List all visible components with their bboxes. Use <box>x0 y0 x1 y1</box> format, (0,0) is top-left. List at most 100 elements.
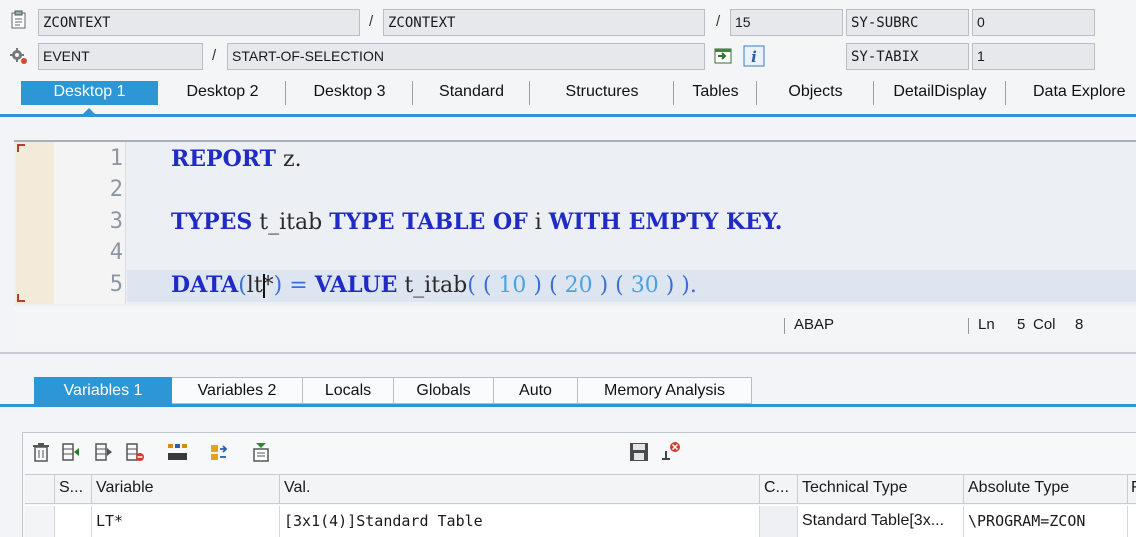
code-line-1: REPORT z. <box>171 146 302 172</box>
code-text: i <box>527 210 549 235</box>
column-header-status[interactable]: S... <box>55 474 92 504</box>
code-text: ) ) <box>658 273 690 298</box>
column-header-more[interactable]: F <box>1128 474 1136 504</box>
line-field[interactable]: 15 <box>730 9 843 36</box>
tab-variables-2[interactable]: Variables 2 <box>172 377 303 404</box>
export-icon[interactable] <box>250 441 272 463</box>
svg-text:i: i <box>751 48 757 66</box>
subrc-value[interactable]: 0 <box>972 9 1095 36</box>
tab-data-explorer[interactable]: Data Explore <box>1007 81 1136 105</box>
tab-memory-analysis[interactable]: Memory Analysis <box>578 377 752 404</box>
event-name-field[interactable]: START-OF-SELECTION <box>227 43 705 70</box>
line-number: 1 <box>109 146 123 171</box>
cell-value[interactable]: [3x1(4)]Standard Table <box>280 506 760 537</box>
keyword: WITH EMPTY KEY <box>548 209 775 235</box>
code-text: . <box>774 209 783 235</box>
code-text: ( <box>238 273 247 298</box>
breakpoint-marker-top <box>17 144 25 152</box>
tabix-label: SY-TABIX <box>846 43 969 70</box>
column-header-technical-type[interactable]: Technical Type <box>798 474 964 504</box>
save-icon[interactable] <box>628 441 650 463</box>
status-divider <box>784 318 785 334</box>
event-type-field[interactable]: EVENT <box>38 43 203 70</box>
separator: / <box>716 13 721 30</box>
line-number: 2 <box>109 177 123 202</box>
navigate-icon[interactable] <box>713 46 735 66</box>
status-col-label: Col <box>1033 316 1056 333</box>
delete-row-icon[interactable] <box>124 441 146 463</box>
bottom-tab-pointer <box>95 398 109 405</box>
cell-technical-type: Standard Table[3x... <box>798 506 964 537</box>
keyword: DATA <box>171 272 239 298</box>
tab-desktop-2[interactable]: Desktop 2 <box>160 81 286 105</box>
code-line-5: DATA(lt*) = VALUE t_itab( ( 10 ) ( 20 ) … <box>171 272 697 298</box>
clear-breakpoint-icon[interactable] <box>660 441 682 463</box>
status-language: ABAP <box>794 316 835 333</box>
code-text: t_itab <box>252 210 330 235</box>
code-text: t_itab <box>397 273 468 298</box>
structure-icon[interactable] <box>166 441 188 463</box>
tab-objects[interactable]: Objects <box>758 81 874 105</box>
flow-icon[interactable] <box>208 441 230 463</box>
code-text: ( ( <box>467 273 499 298</box>
number-literal: 10 <box>498 273 527 298</box>
tab-pointer <box>82 108 96 115</box>
tab-underline <box>0 114 1136 117</box>
status-ln-value: 5 <box>1017 316 1026 333</box>
cell-variable[interactable]: LT* <box>92 506 280 537</box>
tab-locals[interactable]: Locals <box>303 377 394 404</box>
tab-globals[interactable]: Globals <box>394 377 494 404</box>
program-icon <box>10 10 28 30</box>
include-field[interactable]: ZCONTEXT <box>383 9 705 36</box>
tabix-value[interactable]: 1 <box>972 43 1095 70</box>
line-number: 5 <box>109 272 123 297</box>
number-literal: 30 <box>630 273 659 298</box>
header-panel: ZCONTEXT / ZCONTEXT / 15 SY-SUBRC 0 EVEN… <box>0 0 1136 76</box>
tab-tables[interactable]: Tables <box>675 81 757 105</box>
append-row-icon[interactable] <box>93 441 115 463</box>
status-divider <box>968 318 969 334</box>
keyword: TYPE TABLE OF <box>329 209 528 235</box>
bottom-tab-underline <box>0 404 1136 407</box>
pane-splitter[interactable] <box>0 352 1136 354</box>
info-icon[interactable]: i <box>743 45 765 67</box>
column-header-change[interactable]: C... <box>760 474 798 504</box>
text-cursor <box>262 274 265 298</box>
separator: / <box>369 13 374 30</box>
tab-desktop-1[interactable]: Desktop 1 <box>21 81 158 105</box>
code-text: . <box>689 273 697 298</box>
column-header-variable[interactable]: Variable <box>92 474 280 504</box>
code-text: ) ( <box>592 273 631 298</box>
subrc-label: SY-SUBRC <box>846 9 969 36</box>
keyword: REPORT <box>171 146 277 172</box>
status-ln-label: Ln <box>978 316 995 333</box>
delete-icon[interactable] <box>30 441 52 463</box>
status-col-value: 8 <box>1075 316 1084 333</box>
separator: / <box>212 47 217 64</box>
code-text: lt <box>246 273 263 298</box>
tab-auto[interactable]: Auto <box>494 377 578 404</box>
number-literal: 20 <box>564 273 593 298</box>
column-header-absolute-type[interactable]: Absolute Type <box>964 474 1128 504</box>
tab-desktop-3[interactable]: Desktop 3 <box>287 81 413 105</box>
code-text: ) <box>273 273 283 298</box>
keyword: VALUE <box>314 272 398 298</box>
code-text: z. <box>276 147 302 172</box>
breakpoint-marker-bottom <box>17 294 25 302</box>
keyword: TYPES <box>171 209 253 235</box>
row-selector[interactable] <box>25 506 55 537</box>
line-number: 4 <box>109 240 123 265</box>
column-header-value[interactable]: Val. <box>280 474 760 504</box>
cell-change[interactable] <box>760 506 798 537</box>
tab-structures[interactable]: Structures <box>531 81 674 105</box>
tab-standard[interactable]: Standard <box>414 81 530 105</box>
event-gear-icon <box>9 46 29 66</box>
line-number: 3 <box>109 209 123 234</box>
tab-detaildisplay[interactable]: DetailDisplay <box>875 81 1006 105</box>
code-text: ) ( <box>526 273 565 298</box>
column-selector-header <box>25 474 55 504</box>
program-field[interactable]: ZCONTEXT <box>38 9 360 36</box>
code-line-3: TYPES t_itab TYPE TABLE OF i WITH EMPTY … <box>171 209 782 235</box>
cell-status <box>55 506 92 537</box>
insert-row-icon[interactable] <box>60 441 82 463</box>
